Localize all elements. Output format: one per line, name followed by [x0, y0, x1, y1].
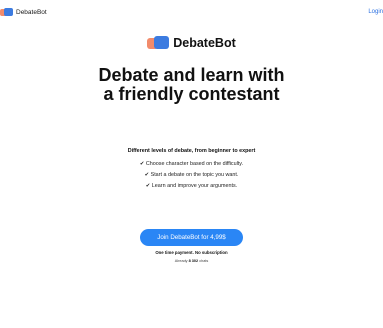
chat-bubbles-logo-icon — [147, 36, 170, 50]
login-link[interactable]: Login — [368, 9, 383, 15]
feature-item: ✔ Learn and improve your arguments. — [145, 183, 238, 189]
header-brand[interactable]: DebateBot — [0, 8, 47, 17]
chat-bubbles-logo-icon — [0, 8, 13, 17]
headline-line-1: Debate and learn with — [98, 65, 285, 85]
top-bar: DebateBot Login — [0, 8, 383, 20]
features-title: Different levels of debate, from beginne… — [127, 148, 256, 154]
header-brand-name: DebateBot — [16, 9, 47, 16]
headline-line-2: a friendly contestant — [103, 84, 280, 104]
page-title: Debate and learn with a friendly contest… — [0, 66, 383, 104]
chats-prefix: Already — [174, 259, 188, 263]
features-section: Different levels of debate, from beginne… — [0, 148, 383, 192]
feature-item: ✔ Choose character based on the difficul… — [139, 161, 244, 167]
join-button[interactable]: Join DebateBot for 4,99$ — [140, 229, 243, 246]
hero-brand: DebateBot — [0, 36, 383, 50]
chats-suffix: chats — [199, 259, 209, 263]
feature-item: ✔ Start a debate on the topic you want. — [144, 172, 239, 178]
cta-section: Join DebateBot for 4,99$ — [0, 229, 383, 246]
landing-page: DebateBot Login DebateBot Debate and lea… — [0, 0, 383, 328]
payment-note: One time payment. No subscription — [155, 250, 228, 255]
chats-count-value: 8 302 — [188, 259, 199, 263]
chats-counter: Already 8 302 chats — [0, 259, 383, 263]
hero-brand-name: DebateBot — [173, 36, 236, 50]
